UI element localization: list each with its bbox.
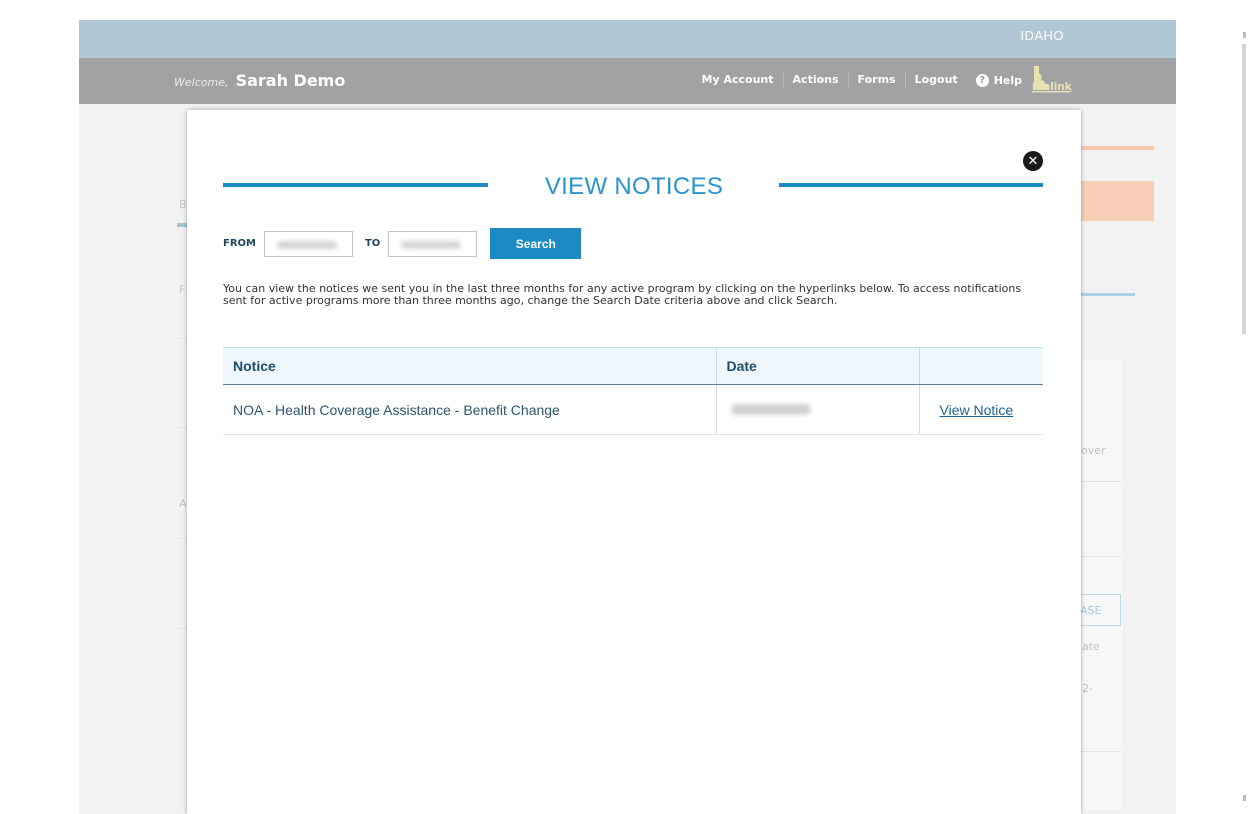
state-label: IDAHO xyxy=(1020,28,1064,43)
to-label: TO xyxy=(364,238,381,249)
welcome-prefix: Welcome, xyxy=(174,76,229,89)
help-link[interactable]: ? Help xyxy=(975,73,1022,87)
table-row: NOA - Health Coverage Assistance - Benef… xyxy=(223,384,1043,435)
from-label: FROM xyxy=(223,238,256,249)
background-case-label: ASE xyxy=(1080,603,1102,617)
notices-table: Notice Date NOA - Health Coverage Assist… xyxy=(223,347,1043,435)
date-filter-row: FROM TO Search xyxy=(223,228,582,259)
instructions-text: You can view the notices we sent you in … xyxy=(223,282,1022,307)
background-alert-box xyxy=(1077,181,1154,221)
scrollbar-down-arrow[interactable] xyxy=(1243,795,1246,801)
redacted-value xyxy=(730,404,811,415)
redacted-value xyxy=(276,240,337,249)
from-date-input[interactable] xyxy=(263,230,353,257)
idalink-logo[interactable]: idalink xyxy=(1030,64,1074,96)
nav-actions[interactable]: Actions xyxy=(784,73,849,87)
background-tab-indicator xyxy=(177,223,187,227)
background-text: ate xyxy=(1082,640,1100,653)
table-header-row: Notice Date xyxy=(223,347,1043,385)
background-text: 2- xyxy=(1082,682,1093,695)
scrollbar-thumb[interactable] xyxy=(1242,44,1246,334)
column-header-action xyxy=(918,347,1043,385)
nav-forms[interactable]: Forms xyxy=(849,73,906,87)
search-button[interactable]: Search xyxy=(490,228,582,259)
background-divider xyxy=(1077,481,1121,482)
background-divider xyxy=(1077,556,1121,557)
background-text: F xyxy=(179,283,186,296)
to-date-input[interactable] xyxy=(388,230,478,257)
browser-viewport: IDAHO Welcome, Sarah Demo My Account Act… xyxy=(0,0,1248,814)
background-card-accent xyxy=(1077,146,1154,150)
user-name: Sarah Demo xyxy=(235,71,346,90)
redacted-value xyxy=(401,240,462,249)
scrollbar-up-arrow[interactable] xyxy=(1243,32,1246,38)
background-case-button: ASE xyxy=(1077,594,1121,626)
welcome-message: Welcome, Sarah Demo xyxy=(174,71,345,90)
notice-action-cell: View Notice xyxy=(918,384,1043,435)
logo-text: idalink xyxy=(1032,80,1072,93)
notice-date-cell xyxy=(715,384,919,435)
close-icon[interactable]: ✕ xyxy=(1023,151,1043,171)
background-divider xyxy=(1077,293,1135,296)
background-divider xyxy=(1077,751,1121,752)
notice-name-cell: NOA - Health Coverage Assistance - Benef… xyxy=(223,384,716,435)
column-header-notice: Notice xyxy=(223,347,716,385)
top-nav: My Account Actions Forms Logout ? Help xyxy=(693,73,1022,87)
background-text: over xyxy=(1081,444,1106,457)
title-divider-right xyxy=(779,183,1043,187)
background-text: A xyxy=(179,497,187,510)
state-bar: IDAHO xyxy=(79,20,1176,58)
help-label: Help xyxy=(993,73,1022,87)
nav-my-account[interactable]: My Account xyxy=(693,73,784,87)
column-header-date: Date xyxy=(715,347,919,385)
top-navigation-bar: Welcome, Sarah Demo My Account Actions F… xyxy=(79,58,1176,104)
nav-logout[interactable]: Logout xyxy=(906,73,967,87)
view-notice-link[interactable]: View Notice xyxy=(940,402,1014,418)
background-side-panel xyxy=(1077,360,1123,810)
modal-title: VIEW NOTICES xyxy=(544,173,724,200)
question-mark-icon: ? xyxy=(975,73,989,87)
background-text: B xyxy=(179,198,187,211)
view-notices-modal: ✕ VIEW NOTICES FROM TO Search You can vi… xyxy=(187,110,1081,814)
